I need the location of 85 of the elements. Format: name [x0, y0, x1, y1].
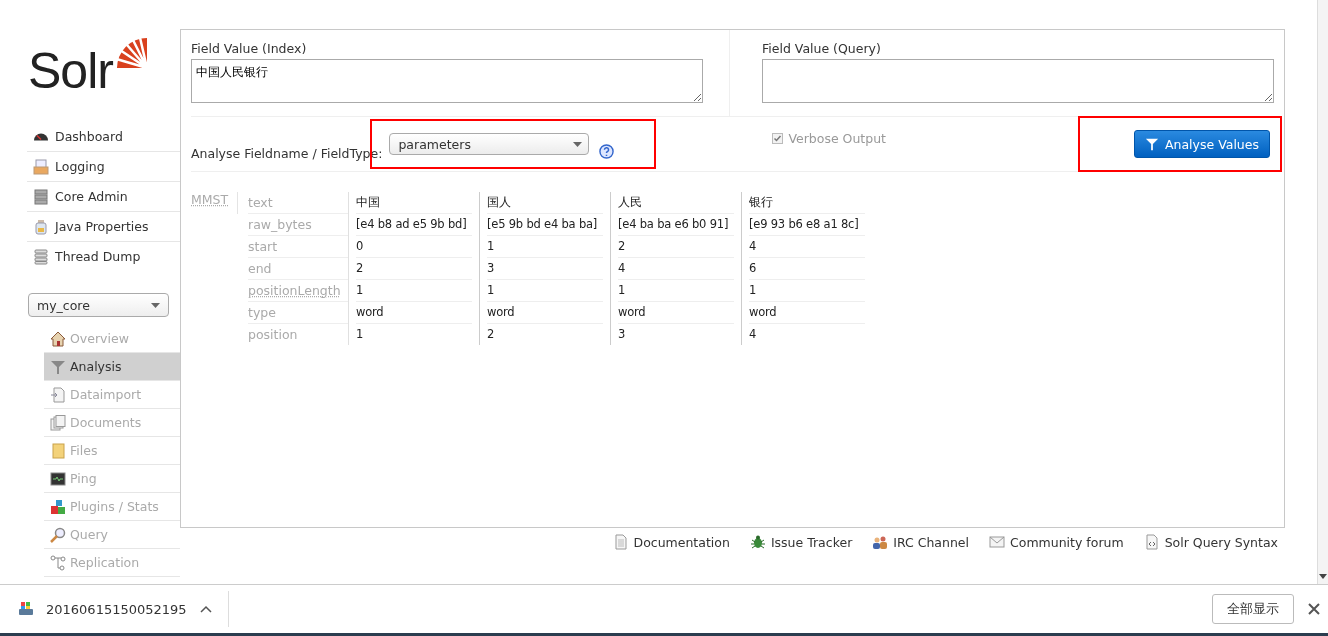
- logo-text: Solr: [28, 46, 113, 96]
- token-cell: [e9 93 b6 e8 a1 8c]: [749, 214, 865, 236]
- footer-link[interactable]: Solr Query Syntax: [1143, 534, 1278, 550]
- document-import-icon: [50, 386, 66, 403]
- token-cell: [e4 ba ba e6 b0 91]: [618, 214, 734, 236]
- token-cell: 4: [749, 236, 865, 258]
- monitor-icon: [50, 470, 66, 487]
- attribute-label: end: [248, 258, 348, 280]
- attribute-label: text: [248, 192, 348, 214]
- footer-link[interactable]: Community forum: [989, 534, 1124, 550]
- document-icon: [612, 534, 629, 550]
- token-cell: word: [749, 302, 865, 324]
- caret-icon: [573, 141, 583, 147]
- people-icon: [872, 534, 889, 550]
- token-cell: 中国: [356, 192, 472, 214]
- token-cell: 2: [356, 258, 472, 280]
- field-label: Field Value (Query): [762, 41, 882, 56]
- footer-link[interactable]: Documentation: [612, 534, 730, 550]
- server-icon: [33, 188, 49, 205]
- token-cell-text: 1: [356, 326, 365, 343]
- stack-icon: [33, 248, 49, 265]
- token-cell: 4: [618, 258, 734, 280]
- envelope-icon: [989, 534, 1006, 550]
- attribute-label: start: [248, 236, 348, 258]
- token-cell: 6: [749, 258, 865, 280]
- token-cell: [e4 b8 ad e5 9b bd]: [356, 214, 472, 236]
- nav-item[interactable]: Thread Dump: [27, 242, 180, 271]
- index-value-field[interactable]: 中国人民银行: [191, 59, 703, 103]
- field-label: Field Value (Index): [191, 41, 308, 56]
- folder-icon: [50, 442, 66, 459]
- core-nav-item[interactable]: Analysis: [44, 353, 180, 381]
- analyse-values-button[interactable]: Analyse Values: [1133, 130, 1270, 158]
- token-cell: 0: [356, 236, 472, 258]
- stage-label: MMST: [191, 192, 229, 207]
- token-cell: 1: [356, 280, 472, 302]
- token-cell-text: 3: [618, 326, 627, 343]
- funnel-icon: [50, 358, 66, 375]
- token-cell: 1: [618, 280, 734, 302]
- token-cell: 2: [618, 236, 734, 258]
- caret-icon: [151, 302, 160, 308]
- token-cell: 国人: [487, 192, 603, 214]
- attribute-label: type: [248, 302, 348, 324]
- footer-link[interactable]: IRC Channel: [872, 534, 970, 550]
- token-cell-text: 2: [487, 326, 496, 343]
- scrollbar[interactable]: [1317, 0, 1328, 584]
- token-cell: 银行: [749, 192, 865, 214]
- scroll-down-icon[interactable]: [1319, 572, 1327, 580]
- jar-icon: [33, 218, 49, 235]
- nav-item[interactable]: Java Properties: [27, 212, 180, 242]
- token-cell: word: [487, 302, 603, 324]
- close-icon[interactable]: [1308, 603, 1320, 615]
- blocks-icon: [50, 498, 66, 515]
- attribute-label: raw_bytes: [248, 214, 348, 236]
- documents-icon: [50, 414, 66, 431]
- token-cell: 人民: [618, 192, 734, 214]
- token-cell: 1: [487, 236, 603, 258]
- code-file-icon: [1143, 534, 1160, 550]
- token-cell: 3: [487, 258, 603, 280]
- query-value-field[interactable]: [762, 59, 1274, 103]
- tray-icon: [33, 158, 49, 175]
- nav-item[interactable]: Dashboard: [27, 122, 180, 152]
- magnifier-icon: [50, 526, 66, 543]
- chevron-up-icon[interactable]: [200, 605, 212, 613]
- token-cell: word: [356, 302, 472, 324]
- show-all-button[interactable]: 全部显示: [1212, 594, 1294, 624]
- attribute-label: position: [248, 326, 299, 344]
- house-icon: [50, 330, 66, 347]
- nav-item[interactable]: Logging: [27, 152, 180, 182]
- token-cell-text: 4: [749, 326, 758, 343]
- installer-icon: [18, 601, 34, 617]
- help-icon[interactable]: [599, 143, 615, 159]
- bug-icon: [749, 534, 766, 550]
- nodes-icon: [50, 554, 66, 571]
- footer-link[interactable]: Issue Tracker: [749, 534, 853, 550]
- core-selector[interactable]: my_core: [28, 293, 169, 317]
- attribute-label: positionLength: [248, 280, 348, 302]
- download-file-name[interactable]: 20160615150052195: [46, 601, 187, 617]
- gauge-icon: [33, 132, 49, 141]
- fieldtype-select[interactable]: parameters: [389, 133, 590, 155]
- funnel-icon: [1144, 137, 1159, 151]
- nav-item[interactable]: Core Admin: [27, 182, 180, 212]
- token-cell: 1: [487, 280, 603, 302]
- token-cell: word: [618, 302, 734, 324]
- token-cell: [e5 9b bd e4 ba ba]: [487, 214, 603, 236]
- token-cell: 1: [749, 280, 865, 302]
